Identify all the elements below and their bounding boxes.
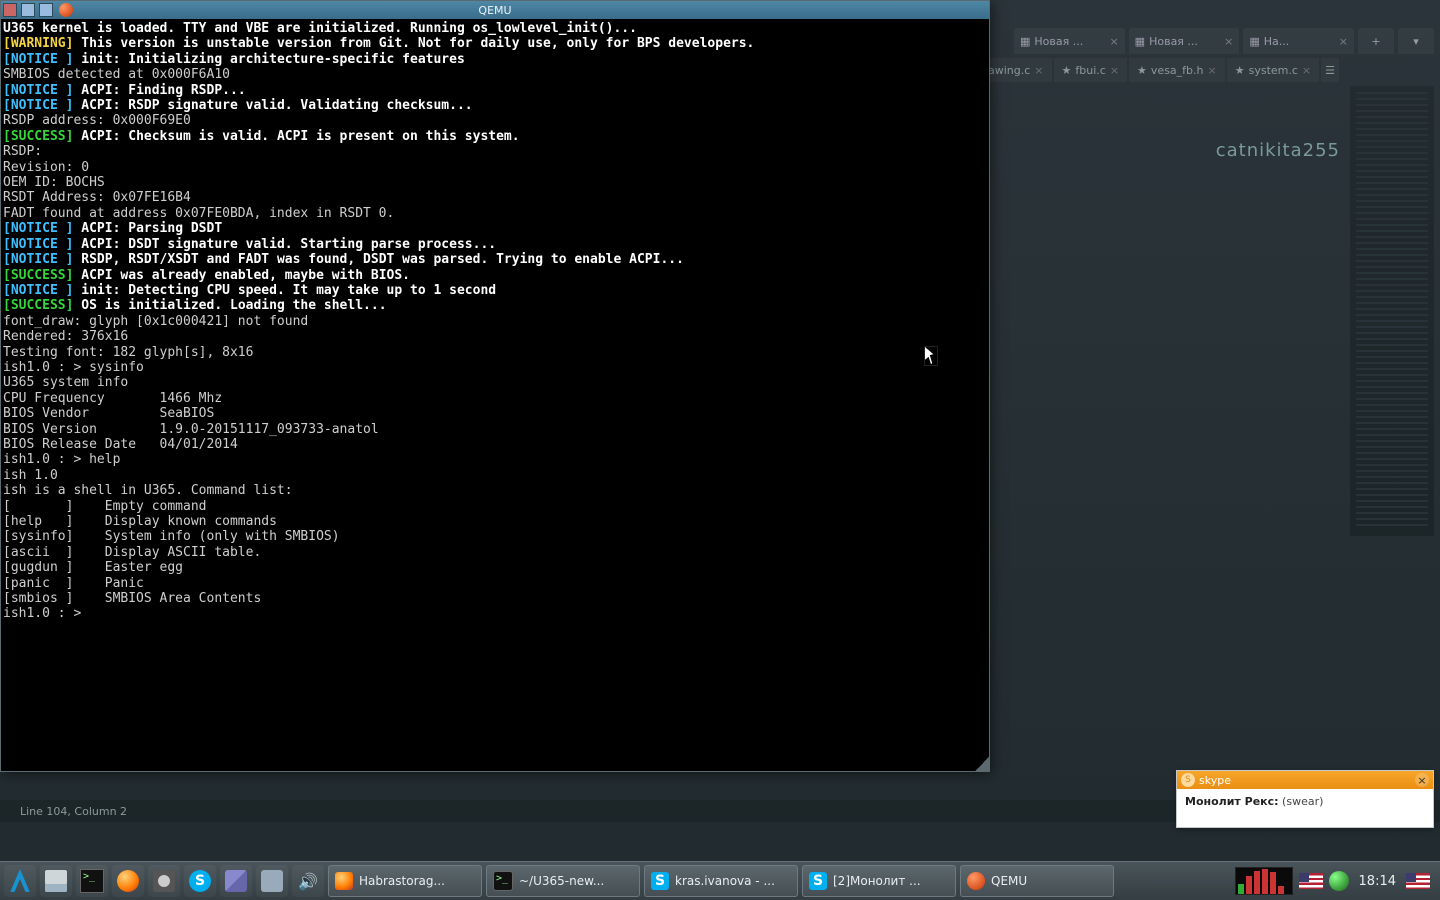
- editor-tab[interactable]: ★vesa_fb.h×: [1129, 58, 1225, 82]
- screenshot-launcher[interactable]: [148, 865, 180, 897]
- arch-icon: [7, 868, 33, 894]
- window-maximize-button[interactable]: [21, 3, 35, 17]
- close-icon[interactable]: ×: [1415, 773, 1429, 787]
- skype-icon: S: [1181, 773, 1195, 787]
- cpu-graph[interactable]: [1235, 867, 1293, 895]
- close-icon[interactable]: ×: [1110, 64, 1119, 77]
- qemu-icon: [59, 3, 73, 17]
- tray-status-icon[interactable]: [1329, 871, 1349, 891]
- browser-tab[interactable]: ▦Новая ...×: [1014, 28, 1125, 54]
- notification-body: Монолит Рекс: (swear): [1177, 789, 1433, 814]
- app-launcher[interactable]: [256, 865, 288, 897]
- taskbar-window-button[interactable]: S[2]Монолит ...: [802, 865, 956, 897]
- terminal-output[interactable]: U365 kernel is loaded. TTY and VBE are i…: [1, 19, 989, 763]
- editor-tab[interactable]: ★system.c×: [1227, 58, 1319, 82]
- terminal-icon: [80, 869, 104, 893]
- skype-icon: S: [651, 872, 669, 890]
- notification-header: S skype ×: [1177, 771, 1433, 789]
- terminal-launcher[interactable]: [76, 865, 108, 897]
- notification-sender: Монолит Рекс:: [1185, 795, 1279, 808]
- close-icon[interactable]: ×: [1109, 35, 1118, 48]
- taskbar-window-button[interactable]: Habrastorag...: [328, 865, 482, 897]
- skype-icon: S: [809, 872, 827, 890]
- clock[interactable]: 18:14: [1355, 874, 1400, 889]
- taskbar-window-button[interactable]: Skras.ivanova - ...: [644, 865, 798, 897]
- skype-icon: S: [189, 870, 211, 892]
- speaker-icon: 🔊: [297, 870, 319, 892]
- window-title: QEMU: [1, 4, 989, 17]
- start-menu-button[interactable]: [4, 865, 36, 897]
- editor-tab[interactable]: ★fbui.c×: [1054, 58, 1128, 82]
- qemu-window[interactable]: QEMU U365 kernel is loaded. TTY and VBE …: [0, 0, 990, 772]
- taskbar[interactable]: S 🔊 Habrastorag... ~/U365-new... Skras.i…: [0, 861, 1440, 900]
- new-tab-button[interactable]: +: [1358, 28, 1394, 54]
- files-icon: [45, 870, 67, 892]
- close-icon[interactable]: ×: [1208, 64, 1217, 77]
- editor-tab[interactable]: awing.c×: [980, 58, 1052, 82]
- resize-handle[interactable]: [975, 757, 989, 771]
- app-icon: [261, 870, 283, 892]
- close-icon[interactable]: ×: [1339, 35, 1348, 48]
- editor-minimap[interactable]: [1350, 86, 1434, 536]
- notification-brand: skype: [1199, 774, 1231, 787]
- notification-message: (swear): [1282, 795, 1323, 808]
- system-tray: 18:14: [1229, 867, 1436, 895]
- volume-launcher[interactable]: 🔊: [292, 865, 324, 897]
- camera-icon: [153, 870, 175, 892]
- skype-launcher[interactable]: S: [184, 865, 216, 897]
- editor-tabs: awing.c× ★fbui.c× ★vesa_fb.h× ★system.c×…: [980, 58, 1400, 82]
- browser-tab[interactable]: ▦На...×: [1243, 28, 1354, 54]
- qemu-icon: [967, 872, 985, 890]
- file-manager-launcher[interactable]: [40, 865, 72, 897]
- window-minimize-button[interactable]: [39, 3, 53, 17]
- browser-tabs: ▦Новая ...× ▦Новая ...× ▦На...× + ▾: [1014, 28, 1434, 54]
- taskbar-window-button[interactable]: QEMU: [960, 865, 1114, 897]
- window-titlebar[interactable]: QEMU: [1, 1, 989, 19]
- close-icon[interactable]: ×: [1224, 35, 1233, 48]
- firefox-icon: [117, 870, 139, 892]
- browser-tab[interactable]: ▦Новая ...×: [1129, 28, 1240, 54]
- keyboard-layout-indicator[interactable]: [1406, 873, 1430, 889]
- github-username: catnikita255: [1216, 140, 1340, 161]
- taskbar-window-button[interactable]: ~/U365-new...: [486, 865, 640, 897]
- editor-menu-button[interactable]: ☰: [1321, 58, 1339, 82]
- close-icon[interactable]: ×: [1034, 64, 1043, 77]
- window-close-button[interactable]: [3, 3, 17, 17]
- terminal-icon: [493, 871, 513, 891]
- firefox-icon: [335, 872, 353, 890]
- firefox-launcher[interactable]: [112, 865, 144, 897]
- app-icon: [225, 870, 247, 892]
- app-launcher[interactable]: [220, 865, 252, 897]
- skype-notification[interactable]: S skype × Монолит Рекс: (swear): [1176, 770, 1434, 828]
- close-icon[interactable]: ×: [1302, 64, 1311, 77]
- tab-menu-button[interactable]: ▾: [1398, 28, 1434, 54]
- keyboard-layout-indicator[interactable]: [1299, 873, 1323, 889]
- mouse-cursor: [924, 346, 938, 366]
